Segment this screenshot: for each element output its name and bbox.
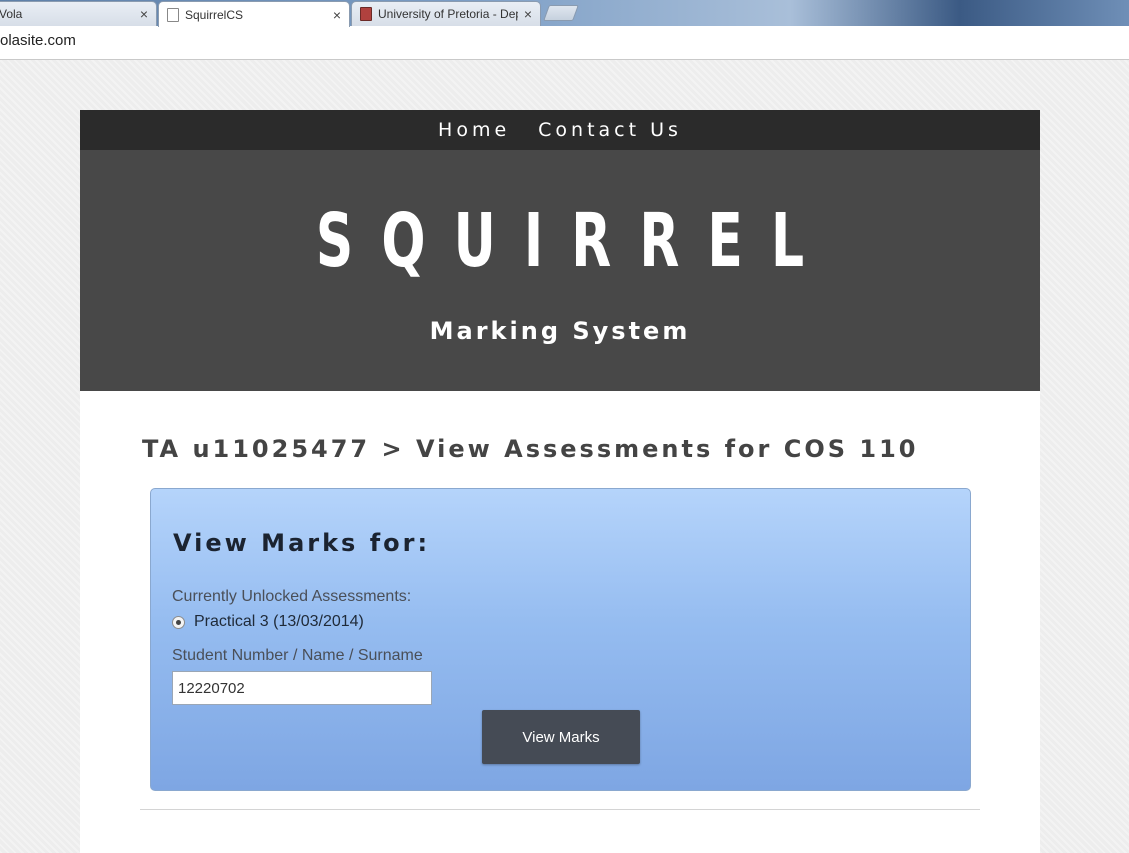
- view-marks-button[interactable]: View Marks: [482, 710, 640, 764]
- nav-contact-us[interactable]: Contact Us: [538, 119, 682, 141]
- close-icon[interactable]: ×: [524, 6, 532, 22]
- assessment-option[interactable]: Practical 3 (13/03/2014): [172, 613, 364, 631]
- radio-button[interactable]: [172, 615, 185, 629]
- address-bar[interactable]: olasite.com: [0, 26, 1129, 60]
- url-text[interactable]: olasite.com: [0, 32, 76, 49]
- nav-home[interactable]: Home: [438, 119, 510, 141]
- site-container: Home Contact Us SQUIRREL Marking System …: [80, 110, 1040, 853]
- browser-tab-university-of-pretoria[interactable]: University of Pretoria - Dep ×: [351, 1, 541, 26]
- page-icon: [167, 7, 179, 22]
- search-label: Student Number / Name / Surname: [172, 647, 423, 664]
- site-banner: SQUIRREL Marking System: [80, 150, 1040, 391]
- view-marks-panel: View Marks for: Currently Unlocked Asses…: [150, 488, 971, 791]
- page-background: Home Contact Us SQUIRREL Marking System …: [0, 60, 1129, 853]
- tab-title: Vola: [0, 7, 23, 21]
- crest-icon: [360, 7, 372, 21]
- student-search-input[interactable]: [172, 671, 432, 705]
- browser-tab-vola[interactable]: Vola ×: [0, 1, 157, 26]
- site-subtitle: Marking System: [429, 317, 691, 345]
- assessment-option-label[interactable]: Practical 3 (13/03/2014): [194, 613, 364, 631]
- top-navigation: Home Contact Us: [80, 110, 1040, 150]
- tab-title: SquirrelCS: [185, 7, 244, 22]
- tab-title: University of Pretoria - Dep: [378, 7, 518, 21]
- close-icon[interactable]: ×: [333, 7, 341, 23]
- browser-tab-strip: Vola × SquirrelCS × University of Pretor…: [0, 0, 1129, 27]
- assessments-label: Currently Unlocked Assessments:: [172, 588, 412, 605]
- close-icon[interactable]: ×: [140, 6, 148, 22]
- divider: [140, 809, 980, 810]
- site-title: SQUIRREL: [315, 198, 833, 284]
- new-tab-button[interactable]: [543, 5, 579, 21]
- breadcrumb: TA u11025477 > View Assessments for COS …: [142, 435, 919, 463]
- panel-title: View Marks for:: [173, 529, 431, 557]
- browser-tab-squirrelcs[interactable]: SquirrelCS ×: [158, 1, 350, 27]
